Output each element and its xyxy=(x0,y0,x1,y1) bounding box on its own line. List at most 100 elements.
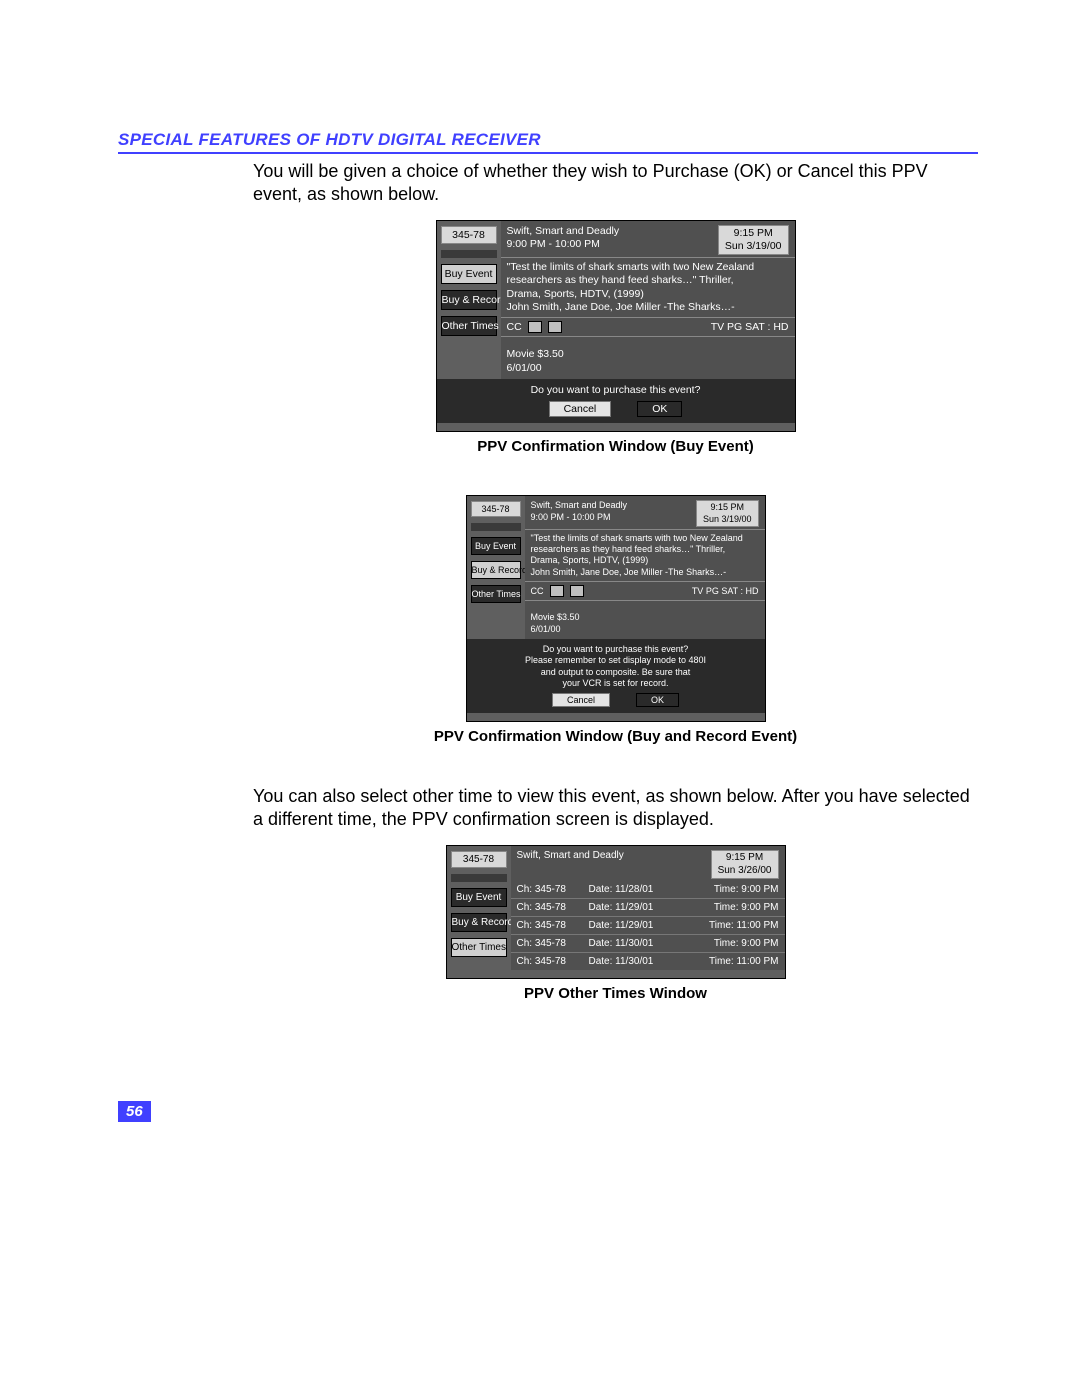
clock-time: 9:15 PM xyxy=(718,852,772,865)
buy-event-button[interactable]: Buy Event xyxy=(471,537,521,555)
price-date: 6/01/00 xyxy=(507,361,789,375)
desc-line: Drama, Sports, HDTV, (1999) xyxy=(507,288,789,301)
footer-spacer xyxy=(467,713,765,721)
ppv-buyrecord-window: 345-78 Buy Event Buy & Record Other Time… xyxy=(466,495,766,722)
row-date: Date: 11/30/01 xyxy=(589,938,679,949)
cancel-button[interactable]: Cancel xyxy=(552,693,610,707)
desc-line: researchers as they hand feed sharks…" T… xyxy=(507,274,789,287)
footer-spacer xyxy=(437,423,795,431)
channel-box: 345-78 xyxy=(471,501,521,517)
desc-line: "Test the limits of shark smarts with tw… xyxy=(531,533,759,544)
row-date: Date: 11/28/01 xyxy=(589,884,679,895)
desc-line: "Test the limits of shark smarts with tw… xyxy=(507,261,789,274)
row-time: Time: 9:00 PM xyxy=(689,902,779,913)
rating-label: TV PG SAT : HD xyxy=(692,586,759,596)
row-time: Time: 9:00 PM xyxy=(689,938,779,949)
ok-button[interactable]: OK xyxy=(637,401,682,417)
buy-record-button[interactable]: Buy & Record xyxy=(441,290,497,310)
prompt-bar: Do you want to purchase this event? Plea… xyxy=(467,639,765,713)
attributes-row: CC TV PG SAT : HD xyxy=(525,582,765,601)
prompt-line: Please remember to set display mode to 4… xyxy=(471,655,761,666)
channel-preview xyxy=(471,523,521,531)
row-time: Time: 9:00 PM xyxy=(689,884,779,895)
row-date: Date: 11/29/01 xyxy=(589,920,679,931)
clock-box: 9:15 PM Sun 3/19/00 xyxy=(718,225,789,255)
prompt-text: Do you want to purchase this event? xyxy=(441,384,791,397)
prompt-text: Do you want to purchase this event? Plea… xyxy=(471,644,761,689)
buy-record-button[interactable]: Buy & Record xyxy=(451,913,507,932)
figure3-caption: PPV Other Times Window xyxy=(253,985,978,1002)
ppv-main: Swift, Smart and Deadly 9:00 PM - 10:00 … xyxy=(525,496,765,639)
program-slot: 9:00 PM - 10:00 PM xyxy=(531,512,692,523)
sap-icon xyxy=(570,585,584,597)
ppv-main: Swift, Smart and Deadly 9:15 PM Sun 3/26… xyxy=(511,846,785,970)
ppv-sidebar: 345-78 Buy Event Buy & Record Other Time… xyxy=(447,846,511,970)
prompt-line: your VCR is set for record. xyxy=(471,678,761,689)
desc-line: John Smith, Jane Doe, Joe Miller -The Sh… xyxy=(507,301,789,314)
other-times-row[interactable]: Ch: 345-78 Date: 11/28/01 Time: 9:00 PM xyxy=(511,881,785,898)
price-block: Movie $3.50 6/01/00 xyxy=(525,601,765,639)
page-number: 56 xyxy=(118,1101,151,1122)
cc-label: CC xyxy=(507,321,522,333)
clock-date: Sun 3/26/00 xyxy=(718,865,772,878)
program-description: "Test the limits of shark smarts with tw… xyxy=(525,529,765,582)
intro-text: You will be given a choice of whether th… xyxy=(253,160,978,206)
clock-time: 9:15 PM xyxy=(703,502,752,513)
other-times-list: Ch: 345-78Date: 11/28/01Time: 9:00 PMCh:… xyxy=(511,881,785,970)
program-title: Swift, Smart and Deadly xyxy=(517,850,707,863)
buy-record-button[interactable]: Buy & Record xyxy=(471,561,521,579)
clock-box: 9:15 PM Sun 3/19/00 xyxy=(696,500,759,527)
ppv-sidebar: 345-78 Buy Event Buy & Record Other Time… xyxy=(467,496,525,639)
buy-event-button[interactable]: Buy Event xyxy=(451,888,507,907)
row-channel: Ch: 345-78 xyxy=(517,938,579,949)
ok-button[interactable]: OK xyxy=(636,693,679,707)
cc-icon xyxy=(550,585,564,597)
ppv-buy-window: 345-78 Buy Event Buy & Record Other Time… xyxy=(436,220,796,432)
channel-preview xyxy=(441,250,497,258)
row-channel: Ch: 345-78 xyxy=(517,956,579,967)
row-channel: Ch: 345-78 xyxy=(517,884,579,895)
rating-label: TV PG SAT : HD xyxy=(711,321,789,333)
other-times-row[interactable]: Ch: 345-78Date: 11/29/01Time: 9:00 PM xyxy=(511,898,785,916)
other-times-button[interactable]: Other Times xyxy=(451,938,507,957)
cc-label: CC xyxy=(531,586,544,596)
desc-line: John Smith, Jane Doe, Joe Miller -The Sh… xyxy=(531,567,759,578)
row-time: Time: 11:00 PM xyxy=(689,956,779,967)
prompt-line: and output to composite. Be sure that xyxy=(471,667,761,678)
ppv-sidebar: 345-78 Buy Event Buy & Record Other Time… xyxy=(437,221,501,379)
other-times-row[interactable]: Ch: 345-78 Date: 11/30/01 Time: 11:00 PM xyxy=(511,952,785,970)
ppv-main: Swift, Smart and Deadly 9:00 PM - 10:00 … xyxy=(501,221,795,379)
channel-box: 345-78 xyxy=(441,226,497,244)
row-date: Date: 11/30/01 xyxy=(589,956,679,967)
figure1-caption: PPV Confirmation Window (Buy Event) xyxy=(253,438,978,455)
row-channel: Ch: 345-78 xyxy=(517,920,579,931)
row-time: Time: 11:00 PM xyxy=(689,920,779,931)
prompt-bar: Do you want to purchase this event? Canc… xyxy=(437,379,795,423)
other-times-button[interactable]: Other Times xyxy=(441,316,497,336)
channel-box: 345-78 xyxy=(451,851,507,868)
program-description: "Test the limits of shark smarts with tw… xyxy=(501,257,795,318)
desc-line: Drama, Sports, HDTV, (1999) xyxy=(531,555,759,566)
ppv-othertimes-window: 345-78 Buy Event Buy & Record Other Time… xyxy=(446,845,786,979)
program-title: Swift, Smart and Deadly xyxy=(531,500,692,511)
prompt-line: Do you want to purchase this event? xyxy=(471,644,761,655)
other-times-button[interactable]: Other Times xyxy=(471,585,521,603)
cc-icon xyxy=(528,321,542,333)
attributes-row: CC TV PG SAT : HD xyxy=(501,318,795,337)
mid-text: You can also select other time to view t… xyxy=(253,785,978,831)
other-times-row[interactable]: Ch: 345-78 Date: 11/30/01 Time: 9:00 PM xyxy=(511,934,785,952)
program-title: Swift, Smart and Deadly xyxy=(507,225,714,238)
sap-icon xyxy=(548,321,562,333)
price-line: Movie $3.50 xyxy=(507,347,789,361)
row-date: Date: 11/29/01 xyxy=(589,902,679,913)
price-line: Movie $3.50 xyxy=(531,611,759,623)
clock-time: 9:15 PM xyxy=(725,227,782,240)
desc-line: researchers as they hand feed sharks…" T… xyxy=(531,544,759,555)
buy-event-button[interactable]: Buy Event xyxy=(441,264,497,284)
footer-spacer xyxy=(447,970,785,978)
figure2-caption: PPV Confirmation Window (Buy and Record … xyxy=(253,728,978,745)
other-times-row[interactable]: Ch: 345-78 Date: 11/29/01 Time: 11:00 PM xyxy=(511,916,785,934)
cancel-button[interactable]: Cancel xyxy=(549,401,612,417)
clock-date: Sun 3/19/00 xyxy=(725,240,782,253)
clock-box: 9:15 PM Sun 3/26/00 xyxy=(711,850,779,879)
